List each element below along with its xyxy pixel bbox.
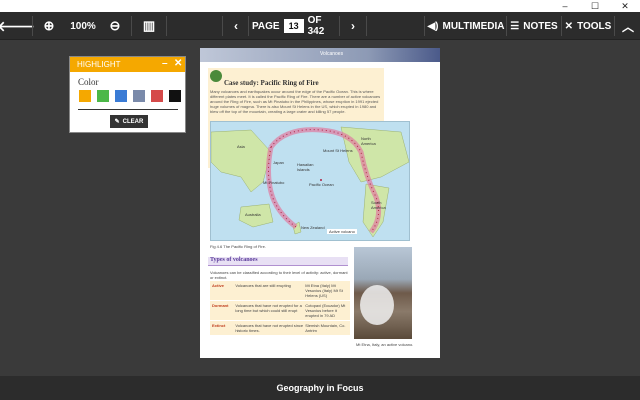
notes-label: NOTES bbox=[523, 20, 558, 32]
book-page[interactable]: Volcanoes Case study: Pacific Ring of Fi… bbox=[200, 48, 440, 358]
chevron-left-icon: ‹ bbox=[234, 19, 238, 33]
highlight-panel: HIGHLIGHT – ✕ Color ✎ CLEAR bbox=[69, 56, 186, 133]
map-legend: Active volcano bbox=[327, 229, 357, 234]
color-swatch-orange[interactable] bbox=[79, 90, 91, 102]
chevron-right-icon: › bbox=[351, 19, 355, 33]
back-arrow-icon: 🡐 bbox=[0, 17, 35, 34]
volcano-photo bbox=[354, 247, 412, 339]
book-view-button[interactable]: ▥ bbox=[134, 12, 164, 40]
table-cell: Mt Etna (Italy) Mt Vesuvius (Italy) Mt S… bbox=[305, 283, 343, 298]
next-page-button[interactable]: › bbox=[341, 12, 365, 40]
book-view-icon: ▥ bbox=[142, 18, 156, 33]
book-title-bar: Geography in Focus bbox=[0, 376, 640, 400]
map-label: Japan bbox=[273, 160, 284, 165]
page-navigator: PAGE OF 342 bbox=[252, 12, 338, 40]
color-swatch-grey[interactable] bbox=[133, 90, 145, 102]
table-row: Dormant Volcanoes that have not erupted … bbox=[210, 301, 350, 320]
color-swatch-black[interactable] bbox=[169, 90, 181, 102]
highlight-title: HIGHLIGHT bbox=[77, 60, 121, 69]
tools-button[interactable]: ✕ TOOLS bbox=[563, 12, 613, 40]
figure-caption: Fig 4.6 The Pacific Ring of Fire. bbox=[210, 244, 266, 249]
collapse-toolbar-button[interactable]: ︿ bbox=[616, 12, 640, 40]
book-title: Geography in Focus bbox=[276, 383, 364, 393]
reader-toolbar: 🡐 ⊕ 100% ⊖ ▥ ‹ PAGE OF 342 › ◀) MULTIMED… bbox=[0, 12, 640, 40]
chapter-title: Volcanoes bbox=[320, 51, 344, 57]
toolbar-divider bbox=[366, 16, 367, 36]
zoom-out-button[interactable]: ⊖ bbox=[100, 12, 130, 40]
map-label: North America bbox=[361, 136, 376, 146]
toolbar-divider bbox=[166, 16, 167, 36]
back-button[interactable]: 🡐 bbox=[0, 12, 35, 40]
chevron-up-icon: ︿ bbox=[621, 19, 634, 34]
multimedia-label: MULTIMEDIA bbox=[442, 20, 505, 32]
highlight-panel-header: HIGHLIGHT – ✕ bbox=[70, 57, 185, 72]
toolbar-divider bbox=[131, 16, 132, 36]
zoom-out-icon: ⊖ bbox=[109, 18, 121, 33]
minimize-panel-button[interactable]: – bbox=[162, 58, 168, 69]
map-label: Hawaiian Islands bbox=[297, 162, 314, 172]
case-study-title: Case study: Pacific Ring of Fire bbox=[224, 79, 319, 87]
multimedia-button[interactable]: ◀) MULTIMEDIA bbox=[427, 12, 505, 40]
table-cell: Extinct bbox=[212, 323, 226, 328]
notes-button[interactable]: ☰ NOTES bbox=[509, 12, 559, 40]
map-label: Asia bbox=[237, 144, 245, 149]
page-total: OF 342 bbox=[307, 15, 325, 37]
previous-page-button[interactable]: ‹ bbox=[224, 12, 248, 40]
map-label: Pacific Ocean bbox=[309, 182, 334, 187]
ring-of-fire-map: Asia North America Mount St Helens Hawai… bbox=[210, 121, 410, 241]
tools-icon: ✕ bbox=[564, 20, 574, 32]
case-study-text: Many volcanoes and earthquakes occur aro… bbox=[210, 89, 381, 114]
color-swatch-red[interactable] bbox=[151, 90, 163, 102]
map-label: South America bbox=[371, 200, 386, 210]
minimize-button[interactable]: – bbox=[550, 0, 580, 12]
globe-icon bbox=[210, 70, 222, 82]
clear-label: CLEAR bbox=[122, 118, 144, 125]
close-panel-button[interactable]: ✕ bbox=[174, 58, 182, 69]
clear-highlight-button[interactable]: ✎ CLEAR bbox=[110, 115, 148, 128]
zoom-in-icon: ⊕ bbox=[43, 18, 55, 33]
toolbar-divider bbox=[614, 16, 615, 36]
toolbar-divider bbox=[248, 16, 249, 36]
toolbar-divider bbox=[506, 16, 507, 36]
speaker-icon: ◀) bbox=[427, 20, 439, 32]
table-cell: Dormant bbox=[212, 303, 229, 308]
table-cell: Volcanoes that are still erupting bbox=[235, 283, 291, 288]
toolbar-divider bbox=[561, 16, 562, 36]
toolbar-divider bbox=[424, 16, 425, 36]
table-cell: Slemish Mountain, Co. Antrim bbox=[305, 323, 346, 333]
page-banner: Volcanoes bbox=[200, 48, 440, 62]
panel-divider bbox=[78, 109, 178, 110]
zoom-level: 100% bbox=[70, 20, 96, 32]
toolbar-divider bbox=[222, 16, 223, 36]
tools-label: TOOLS bbox=[577, 20, 612, 32]
smoke-plume bbox=[360, 285, 394, 325]
photo-caption: Mt Etna, Italy, an active volcano. bbox=[356, 342, 414, 347]
map-label: New Zealand bbox=[301, 225, 325, 230]
list-icon: ☰ bbox=[510, 20, 520, 32]
maximize-button[interactable]: ☐ bbox=[580, 0, 610, 12]
eraser-icon: ✎ bbox=[114, 119, 120, 125]
color-swatch-green[interactable] bbox=[97, 90, 109, 102]
types-heading: Types of volcanoes bbox=[208, 257, 348, 266]
map-label: Australia bbox=[245, 212, 261, 217]
table-cell: Volcanoes that have not erupted for a lo… bbox=[235, 303, 302, 313]
map-label: Mount St Helens bbox=[323, 148, 353, 153]
table-row: Active Volcanoes that are still erupting… bbox=[210, 281, 350, 300]
table-cell: Active bbox=[212, 283, 225, 288]
volcano-types-table: Active Volcanoes that are still erupting… bbox=[210, 281, 350, 336]
color-label: Color bbox=[78, 77, 99, 87]
table-cell: Cotopaxi (Ecuador) Mt Vesuvius before it… bbox=[305, 303, 346, 318]
table-row: Extinct Volcanoes that have not erupted … bbox=[210, 321, 350, 335]
window-titlebar: – ☐ ✕ bbox=[0, 0, 640, 12]
page-label: PAGE bbox=[252, 20, 280, 32]
types-intro: Volcanoes can be classified according to… bbox=[210, 270, 348, 280]
page-number-input[interactable] bbox=[283, 19, 304, 33]
toolbar-divider bbox=[32, 16, 33, 36]
table-cell: Volcanoes that have not erupted since hi… bbox=[235, 323, 304, 333]
close-window-button[interactable]: ✕ bbox=[610, 0, 640, 12]
color-swatch-blue[interactable] bbox=[115, 90, 127, 102]
zoom-in-button[interactable]: ⊕ bbox=[34, 12, 64, 40]
toolbar-divider bbox=[339, 16, 340, 36]
map-label: Mt Pinatubo bbox=[263, 180, 285, 185]
